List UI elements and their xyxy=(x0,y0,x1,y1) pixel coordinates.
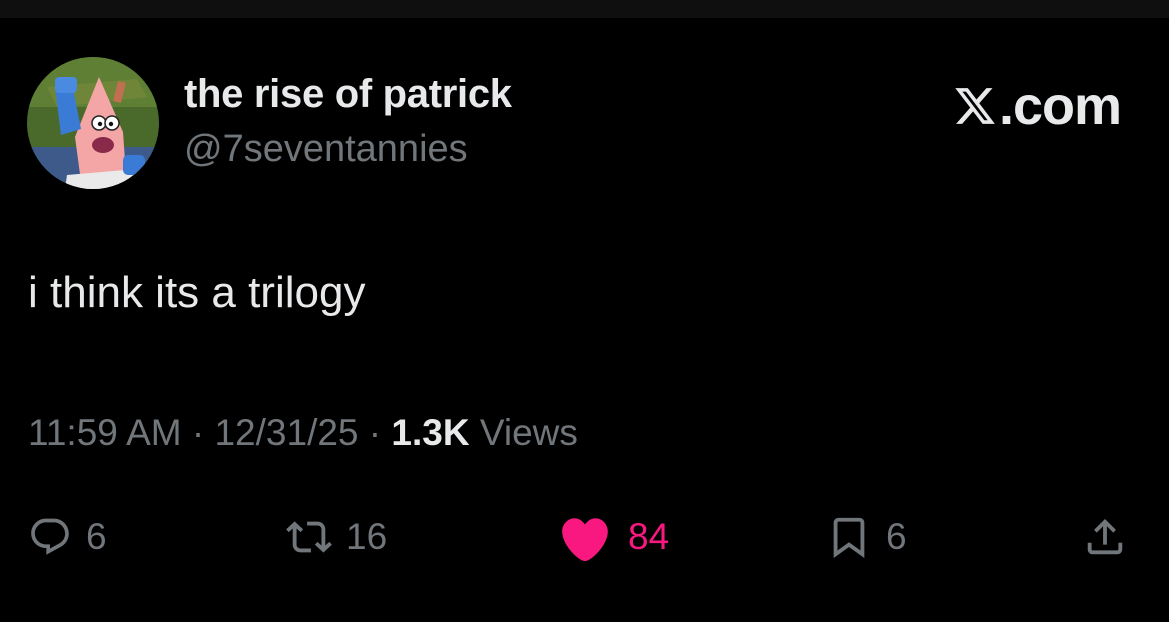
retweet-icon xyxy=(286,521,332,553)
bookmark-button[interactable]: 6 xyxy=(826,505,907,569)
retweet-button[interactable]: 16 xyxy=(286,505,387,569)
reply-count: 6 xyxy=(86,516,107,557)
top-strip xyxy=(0,0,1169,18)
avatar-image xyxy=(27,57,159,189)
like-count: 84 xyxy=(628,516,670,557)
meta-separator: · xyxy=(181,412,215,453)
reply-button[interactable]: 6 xyxy=(28,505,107,569)
tweet-meta: 11:59 AM · 12/31/25 · 1.3K Views xyxy=(28,412,578,454)
retweet-count: 16 xyxy=(346,516,388,557)
action-bar: 6 16 84 6 xyxy=(0,505,1169,569)
reply-icon xyxy=(31,518,69,555)
watermark-text: .com xyxy=(998,76,1122,136)
meta-separator: · xyxy=(358,412,392,453)
avatar[interactable] xyxy=(27,57,159,189)
tweet-date[interactable]: 12/31/25 xyxy=(214,412,358,453)
views-count: 1.3K xyxy=(391,412,470,453)
handle[interactable]: @7seventannies xyxy=(184,128,468,171)
bookmark-count: 6 xyxy=(886,516,907,557)
tweet-time[interactable]: 11:59 AM xyxy=(28,412,182,453)
x-com-watermark: .com xyxy=(953,76,1122,136)
share-button[interactable] xyxy=(1082,505,1128,569)
x-logo-icon xyxy=(955,88,995,124)
tweet-text: i think its a trilogy xyxy=(28,268,366,317)
share-icon xyxy=(1087,518,1123,555)
display-name[interactable]: the rise of patrick xyxy=(184,72,512,117)
views-label: Views xyxy=(469,412,578,453)
heart-icon xyxy=(562,518,608,562)
like-button[interactable]: 84 xyxy=(556,505,669,569)
bookmark-icon xyxy=(833,517,865,558)
